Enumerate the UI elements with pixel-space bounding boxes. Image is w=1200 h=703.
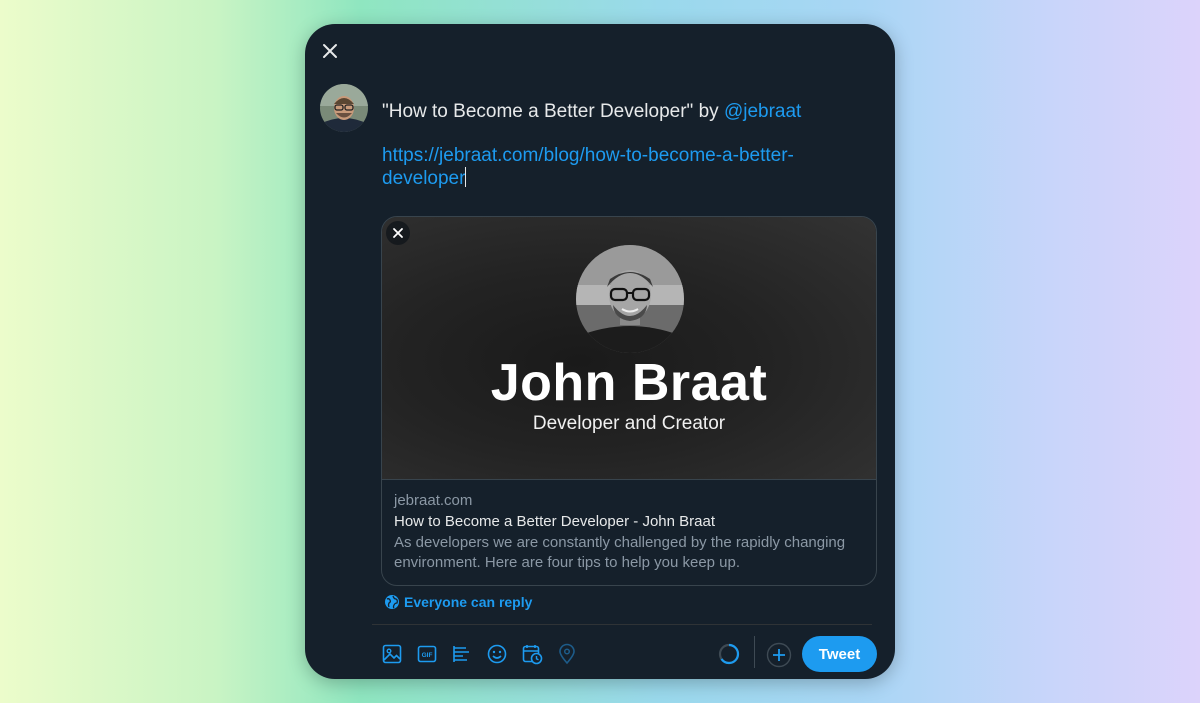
remove-card-button[interactable]: [386, 221, 410, 245]
reply-setting-label: Everyone can reply: [404, 594, 533, 610]
url-line-1: https://jebraat.com/blog/how-to-become-a…: [382, 145, 794, 166]
link-preview-card[interactable]: John Braat Developer and Creator jebraat…: [381, 216, 877, 586]
toolbar-separator: [754, 636, 755, 668]
location-icon[interactable]: [556, 643, 578, 665]
text-caret: [465, 167, 467, 187]
tweet-button[interactable]: Tweet: [802, 636, 877, 672]
card-image-name: John Braat: [490, 354, 768, 412]
card-image: John Braat Developer and Creator: [382, 217, 876, 480]
gif-icon[interactable]: GIF: [416, 643, 438, 665]
card-description: As developers we are constantly challeng…: [394, 534, 846, 571]
card-meta: jebraat.com How to Become a Better Devel…: [394, 491, 864, 573]
tweet-text-title: "How to Become a Better Developer" by: [382, 101, 724, 122]
reply-setting-button[interactable]: Everyone can reply: [384, 592, 532, 612]
url-line-2: developer: [382, 168, 466, 189]
schedule-icon[interactable]: [521, 643, 543, 665]
globe-icon: [385, 595, 399, 609]
character-count-progress: [718, 643, 740, 665]
plus-icon: [766, 642, 792, 668]
mention-link[interactable]: @jebraat: [724, 101, 801, 122]
close-icon[interactable]: [319, 40, 341, 62]
close-icon: [393, 228, 403, 238]
svg-text:GIF: GIF: [422, 652, 433, 659]
card-title: How to Become a Better Developer - John …: [394, 513, 715, 530]
portrait-image: [576, 245, 684, 353]
user-avatar[interactable]: [320, 84, 368, 132]
poll-icon[interactable]: [451, 643, 473, 665]
divider: [372, 624, 872, 625]
add-tweet-button[interactable]: [766, 642, 792, 668]
emoji-icon[interactable]: [486, 643, 508, 665]
card-domain: jebraat.com: [394, 492, 473, 509]
media-icon[interactable]: [381, 643, 403, 665]
compose-toolbar: GIF: [381, 643, 578, 665]
compose-tweet-modal: "How to Become a Better Developer" by @j…: [305, 24, 895, 679]
card-image-tagline: Developer and Creator: [532, 413, 726, 434]
tweet-text-input[interactable]: "How to Become a Better Developer" by @j…: [382, 100, 852, 190]
